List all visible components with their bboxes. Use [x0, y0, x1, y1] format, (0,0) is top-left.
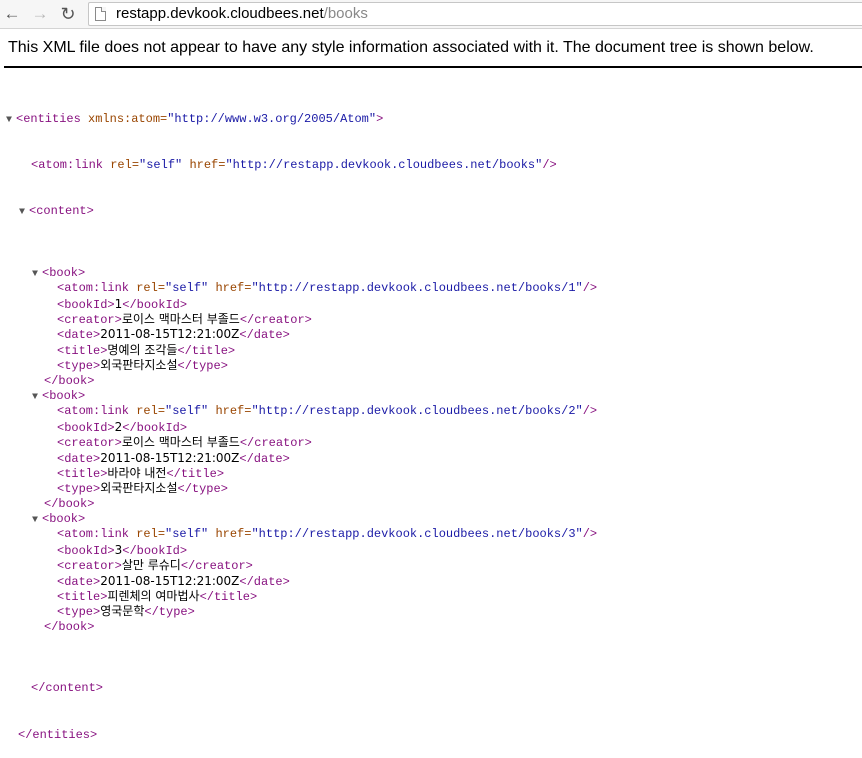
books-list: ▼ <book> <atom:link rel="self" href="http:… [0, 266, 597, 635]
collapse-triangle-icon[interactable]: ▼ [19, 205, 29, 220]
xml-line-book: ▼ <book> [0, 266, 597, 281]
xml-line-book-link: <atom:link rel="self" href="http://resta… [57, 281, 598, 296]
xml-line-book-link: <atom:link rel="self" href="http://resta… [57, 527, 598, 542]
xml-line-content-close: </content> [31, 681, 104, 696]
xml-line-type: <type>외국판타지소설</type> [57, 358, 228, 374]
xml-line-book-close: </book> [44, 619, 95, 634]
collapse-triangle-icon[interactable]: ▼ [6, 113, 16, 128]
xml-line-title: <title>명예의 조각들</title> [57, 342, 236, 358]
xml-line-link: <atom:link rel="self" href="http://resta… [31, 158, 557, 173]
xml-line-entities: ▼ <entities xmlns:atom="http://www.w3.org… [0, 112, 597, 127]
xml-line-bookid: <bookId>2</bookId> [57, 419, 188, 435]
xml-line-title: <title>바라야 내전</title> [57, 465, 225, 481]
arrow-left-icon[interactable]: ← [2, 4, 22, 24]
xml-line-creator: <creator>로이스 맥마스터 부졸드</creator> [57, 312, 312, 327]
xml-line-book-close: </book> [44, 373, 95, 388]
browser-toolbar: ← → ↻ restapp.devkook.cloudbees.net/book… [0, 0, 862, 29]
xml-line-creator: <creator>살만 루슈디</creator> [57, 558, 253, 574]
xml-line-date: <date>2011-08-15T12:21:00Z</date> [57, 327, 290, 343]
xml-line-book: ▼ <book> [0, 512, 597, 527]
xml-line-book-close: </book> [44, 496, 95, 511]
page-icon [95, 7, 106, 21]
reload-icon[interactable]: ↻ [58, 4, 78, 24]
url-text[interactable]: restapp.devkook.cloudbees.net/books [116, 5, 368, 23]
xml-line-type: <type>영국문학</type> [57, 604, 195, 620]
xml-tree: ▼ <entities xmlns:atom="http://www.w3.org… [0, 81, 597, 758]
collapse-triangle-icon[interactable]: ▼ [32, 513, 42, 528]
xml-line-content: ▼ <content> [0, 204, 597, 219]
xml-line-date: <date>2011-08-15T12:21:00Z</date> [57, 450, 290, 466]
xml-line-type: <type>외국판타지소설</type> [57, 481, 228, 497]
xml-line-creator: <creator>로이스 맥마스터 부졸드</creator> [57, 435, 312, 451]
xml-line-bookid: <bookId>1</bookId> [57, 296, 188, 312]
xml-line-book: ▼ <book> [0, 389, 597, 404]
xml-line-bookid: <bookId>3</bookId> [57, 542, 188, 558]
xml-notice: This XML file does not appear to have an… [8, 39, 814, 56]
xml-line-entities-close: </entities> [18, 727, 98, 742]
divider [4, 66, 862, 68]
xml-line-date: <date>2011-08-15T12:21:00Z</date> [57, 573, 290, 589]
collapse-triangle-icon[interactable]: ▼ [32, 390, 42, 405]
xml-line-title: <title>피렌체의 여마법사</title> [57, 589, 258, 605]
url-path: /books [323, 5, 368, 22]
collapse-triangle-icon[interactable]: ▼ [32, 267, 42, 282]
address-bar[interactable]: restapp.devkook.cloudbees.net/books [88, 2, 862, 26]
arrow-right-icon[interactable]: → [30, 4, 50, 24]
xml-line-book-link: <atom:link rel="self" href="http://resta… [57, 404, 598, 419]
url-host: restapp.devkook.cloudbees.net [116, 5, 324, 22]
